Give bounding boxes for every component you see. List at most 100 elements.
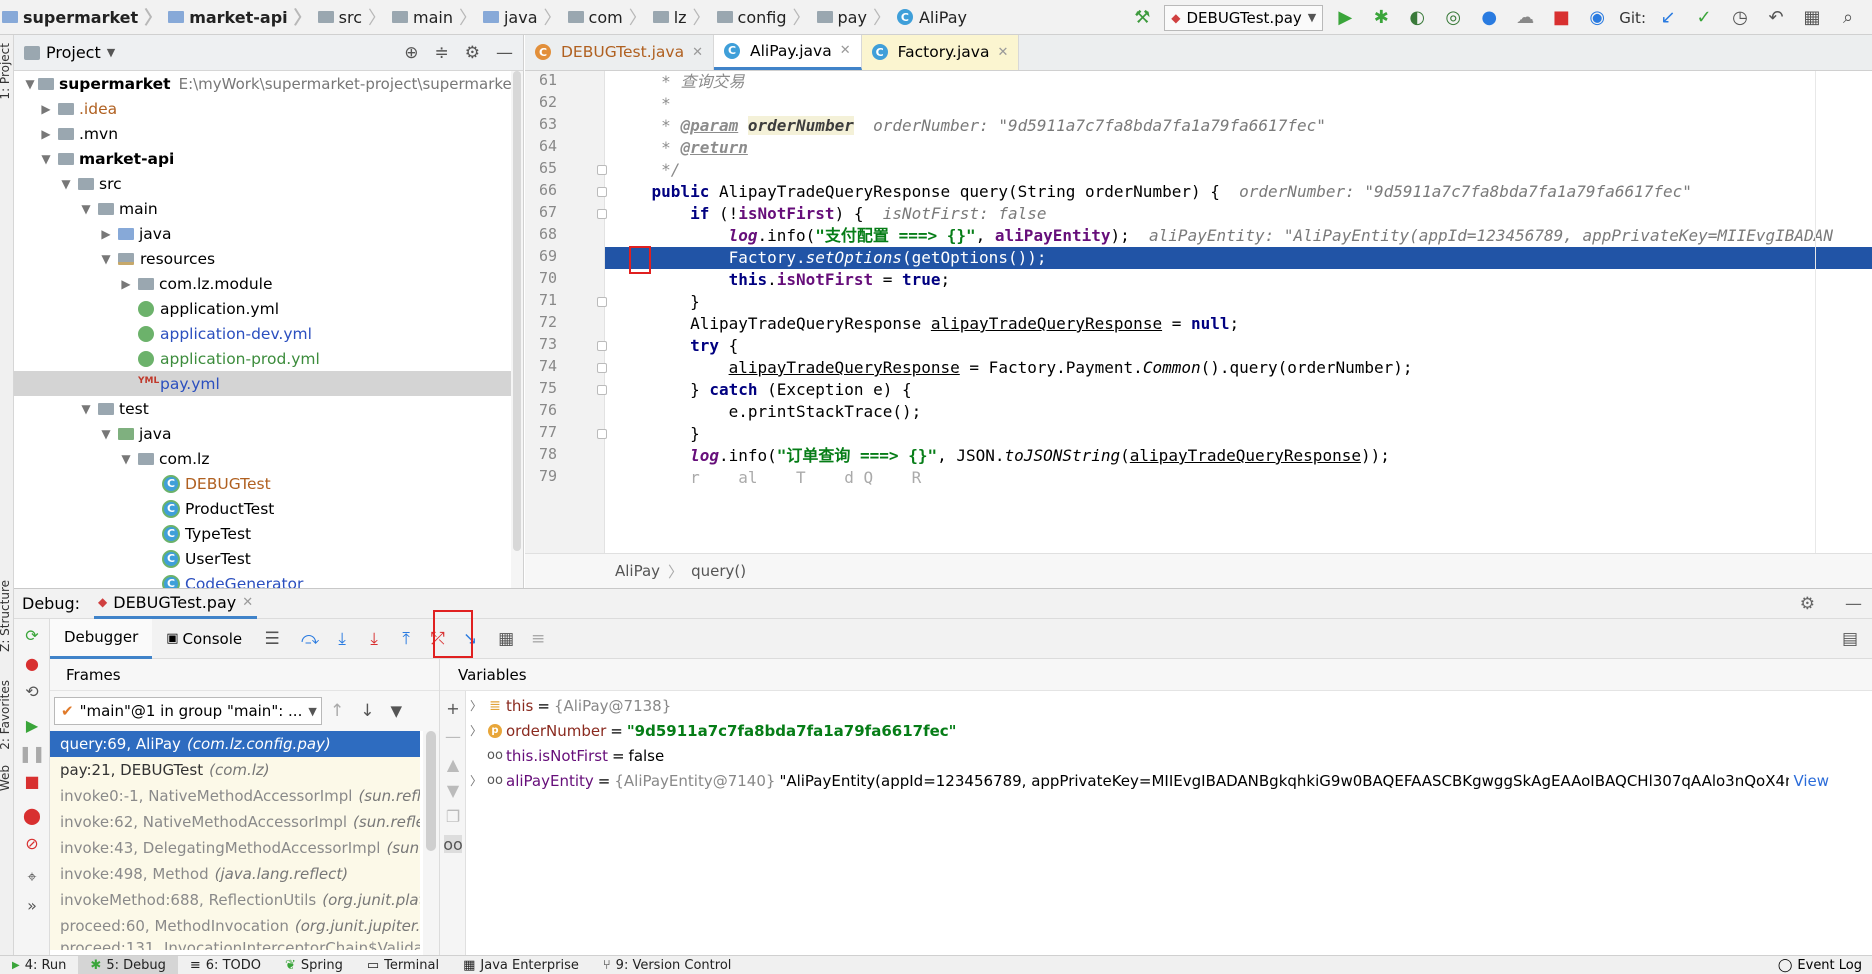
tree-item-test[interactable]: ▼ test [14,396,523,421]
search-icon[interactable]: ⌕ [1834,4,1862,32]
tree-item-resources[interactable]: ▼ resources [14,246,523,271]
tab-version-control[interactable]: ⑂ 9: Version Control [591,956,744,974]
gear-icon[interactable]: ⚙ [465,43,480,63]
mute-breakpoints-icon[interactable]: ⊘ [22,833,42,853]
plus-icon[interactable]: + [444,699,462,718]
frame-row[interactable]: proceed:131, InvocationInterceptorChain$… [50,939,420,950]
crumb-query[interactable]: query() [691,562,746,580]
tree-item-main-java[interactable]: ▶ java [14,221,523,246]
variable-this[interactable]: 〉 ≣ this = {AliPay@7138} [470,693,671,718]
structure-tool-tab[interactable]: Z: Structure [0,580,12,652]
code-area[interactable]: * 查询交易 * * @param orderNumber orderNumbe… [605,71,1872,553]
chevron-down-icon[interactable]: ▼ [58,177,74,191]
close-icon[interactable]: ✕ [242,595,253,610]
tab-factory-java[interactable]: C Factory.java ✕ [861,35,1020,70]
scrollbar-thumb[interactable] [513,71,521,551]
tree-item-pay-yml[interactable]: YML pay.yml [14,371,523,396]
thread-selector[interactable]: ✔ "main"@1 in group "main": ... ▼ [54,697,322,725]
close-icon[interactable]: ✕ [997,45,1008,60]
minus-icon[interactable]: — [444,727,462,746]
frame-row[interactable]: invoke:62, NativeMethodAccessorImpl (sun.… [50,809,420,835]
layout-menu-icon[interactable]: ☰ [256,623,288,655]
build-hammer-icon[interactable]: ⚒ [1128,4,1156,32]
step-into-icon[interactable]: ⤓ [358,623,390,655]
gear-icon[interactable]: ⚙ [1800,594,1815,614]
crumb-alipay[interactable]: AliPay [615,562,660,580]
tree-item-application-dev-yml[interactable]: application-dev.yml [14,321,523,346]
search-everywhere-icon[interactable]: ◉ [1583,4,1611,32]
tree-item-application-yml[interactable]: application.yml [14,296,523,321]
tree-item-typetest[interactable]: C TypeTest [14,521,523,546]
editor-gutter[interactable]: 61 62 63 64 65 66 67 68 69 70 71 72 73 7… [525,71,607,553]
tree-item-supermarket[interactable]: ▼ supermarket E:\myWork\supermarket-projec… [14,71,523,96]
force-step-into-icon[interactable]: ⤒ [390,623,422,655]
tree-item-src[interactable]: ▼ src [14,171,523,196]
chevron-right-icon[interactable]: ▶ [38,127,54,141]
chevron-down-icon[interactable]: ▼ [78,402,94,416]
breadcrumb-src[interactable]: src 〉 [316,0,390,35]
chevron-down-icon[interactable]: ▼ [22,77,38,91]
frame-row[interactable]: proceed:60, MethodInvocation (org.junit.j… [50,913,420,939]
frame-row[interactable]: pay:21, DEBUGTest (com.lz) [50,757,420,783]
close-icon[interactable]: ✕ [692,45,703,60]
help-circle-icon[interactable]: ● [1475,4,1503,32]
chevron-right-icon[interactable]: ▶ [118,277,134,291]
resume-program-icon[interactable]: ▶ [22,715,42,735]
tree-item-com-lz[interactable]: ▼ com.lz [14,446,523,471]
move-down-icon[interactable]: ▼ [444,781,462,800]
tree-item-com-lz-module[interactable]: ▶ com.lz.module [14,271,523,296]
event-log-tab[interactable]: ◯ Event Log [1778,956,1862,974]
git-rollback-icon[interactable]: ↶ [1762,4,1790,32]
frame-row[interactable]: invoke:43, DelegatingMethodAccessorImpl(… [50,835,420,861]
chevron-right-icon[interactable]: ▶ [38,102,54,116]
web-tool-tab[interactable]: Web [0,765,12,791]
chevron-right-icon[interactable]: 〉 [470,697,484,714]
profiler-icon[interactable]: ◎ [1439,4,1467,32]
tab-console[interactable]: ▣ Console [152,619,256,659]
scrollbar-thumb[interactable] [426,731,436,851]
pause-icon[interactable]: ❚❚ [19,743,46,763]
project-tool-tab[interactable]: 1: Project [0,43,12,100]
view-breakpoints-icon[interactable]: ⬤ [22,805,42,825]
tab-alipay-java[interactable]: C AliPay.java ✕ [714,35,862,70]
git-commit-icon[interactable]: ✓ [1690,4,1718,32]
restore-layout-icon[interactable]: ⟲ [22,681,42,701]
watches-glasses-icon[interactable]: oo [443,835,463,854]
debug-session-tab[interactable]: ◆ DEBUGTest.pay ✕ [94,589,258,619]
project-scrollbar[interactable] [511,71,523,588]
tree-item-idea[interactable]: ▶ .idea [14,96,523,121]
show-execution-point-icon[interactable]: ⤼ [294,623,326,655]
collapse-all-icon[interactable]: ≑ [435,43,449,63]
filter-icon[interactable]: ▼ [391,702,403,720]
more-icon[interactable]: » [22,895,42,915]
chevron-down-icon[interactable]: ▼ [98,252,114,266]
locate-target-icon[interactable]: ⊕ [404,43,418,63]
frame-row[interactable]: query:69, AliPay (com.lz.config.pay) [50,731,420,757]
git-update-icon[interactable]: ↙ [1654,4,1682,32]
tab-java-enterprise[interactable]: ▦ Java Enterprise [451,956,591,974]
tree-item-debugtest[interactable]: C DEBUGTest [14,471,523,496]
tree-item-application-prod-yml[interactable]: application-prod.yml [14,346,523,371]
tab-debugger[interactable]: Debugger [50,618,153,659]
step-over-icon[interactable]: ⤓ [326,623,358,655]
chevron-right-icon[interactable]: ▶ [98,227,114,241]
favorites-tool-tab[interactable]: 2: Favorites [0,680,12,750]
chevron-down-icon[interactable]: ▼ [98,427,114,441]
tree-item-mvn[interactable]: ▶ .mvn [14,121,523,146]
stop-icon[interactable]: ■ [1547,4,1575,32]
breadcrumb-supermarket[interactable]: supermarket 〉 [0,0,166,35]
frame-row[interactable]: invokeMethod:688, ReflectionUtils (org.ju… [50,887,420,913]
run-with-coverage-icon[interactable]: ◐ [1403,4,1431,32]
rerun-icon[interactable]: ⟳ [22,625,42,645]
frame-row[interactable]: invoke:498, Method (java.lang.reflect) [50,861,420,887]
tree-item-market-api[interactable]: ▼ market-api [14,146,523,171]
breadcrumb-lz[interactable]: lz 〉 [651,0,715,35]
tab-spring[interactable]: ❦ Spring [273,956,355,974]
view-value-link[interactable]: View [1793,772,1829,790]
pin-icon[interactable]: ⌖ [22,867,42,887]
tab-terminal[interactable]: ▭ Terminal [355,956,451,974]
move-up-icon[interactable]: ▲ [444,755,462,774]
chevron-down-icon[interactable]: ▼ [107,46,115,59]
frame-row[interactable]: invoke0:-1, NativeMethodAccessorImpl (sun… [50,783,420,809]
close-icon[interactable]: ✕ [840,43,851,58]
